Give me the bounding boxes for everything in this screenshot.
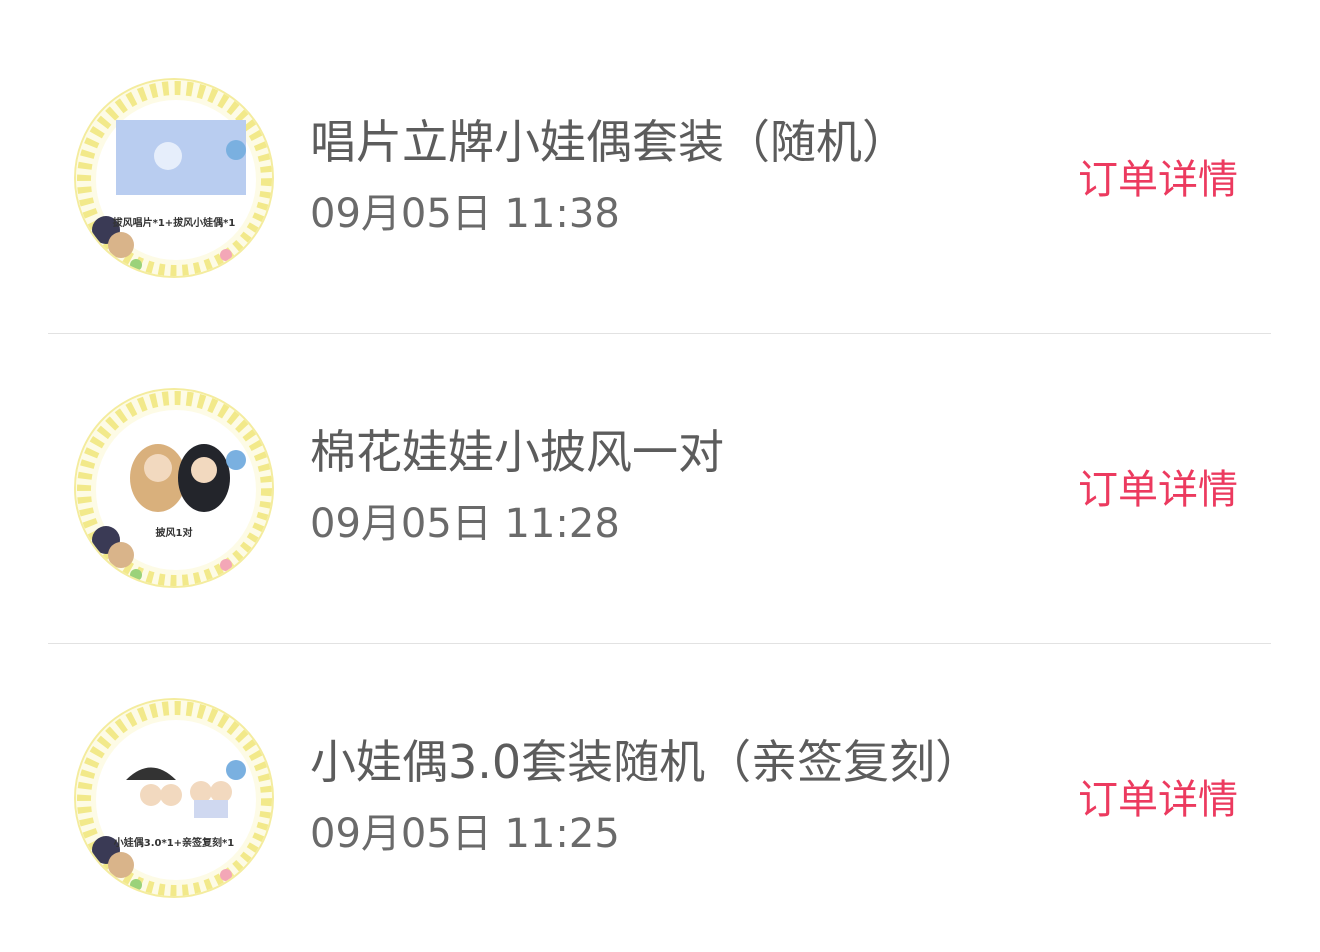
order-detail-link[interactable]: 订单详情 (1078, 464, 1238, 516)
order-detail-link[interactable]: 订单详情 (1078, 154, 1238, 206)
order-row[interactable]: 小娃偶3.0*1+亲签复刻*1 小娃偶3.0套装随机（亲签复刻） 09月05日 … (0, 644, 1320, 952)
product-thumbnail-image (76, 700, 272, 896)
product-title: 棉花娃娃小披风一对 (310, 425, 724, 479)
product-title: 唱片立牌小娃偶套装（随机） (310, 115, 908, 169)
product-thumbnail: 拔风唱片*1+拔风小娃偶*1 (74, 78, 274, 278)
product-thumbnail: 披风1对 (74, 388, 274, 588)
product-title: 小娃偶3.0套装随机（亲签复刻） (310, 735, 982, 789)
thumbnail-caption: 小娃偶3.0*1+亲签复刻*1 (113, 838, 235, 849)
order-detail-link[interactable]: 订单详情 (1078, 774, 1238, 826)
order-list: 拔风唱片*1+拔风小娃偶*1 唱片立牌小娃偶套装（随机） 09月05日 11:3… (0, 0, 1320, 952)
order-row[interactable]: 披风1对 棉花娃娃小披风一对 09月05日 11:28 订单详情 (0, 334, 1320, 644)
order-time: 09月05日 11:28 (310, 501, 620, 547)
order-time: 09月05日 11:25 (310, 811, 620, 857)
product-thumbnail: 小娃偶3.0*1+亲签复刻*1 (74, 698, 274, 898)
product-thumbnail-image (76, 80, 272, 276)
order-time: 09月05日 11:38 (310, 191, 620, 237)
thumbnail-caption: 拔风唱片*1+拔风小娃偶*1 (112, 218, 236, 229)
thumbnail-caption: 披风1对 (155, 528, 193, 539)
order-row[interactable]: 拔风唱片*1+拔风小娃偶*1 唱片立牌小娃偶套装（随机） 09月05日 11:3… (0, 24, 1320, 334)
product-thumbnail-image (76, 390, 272, 586)
